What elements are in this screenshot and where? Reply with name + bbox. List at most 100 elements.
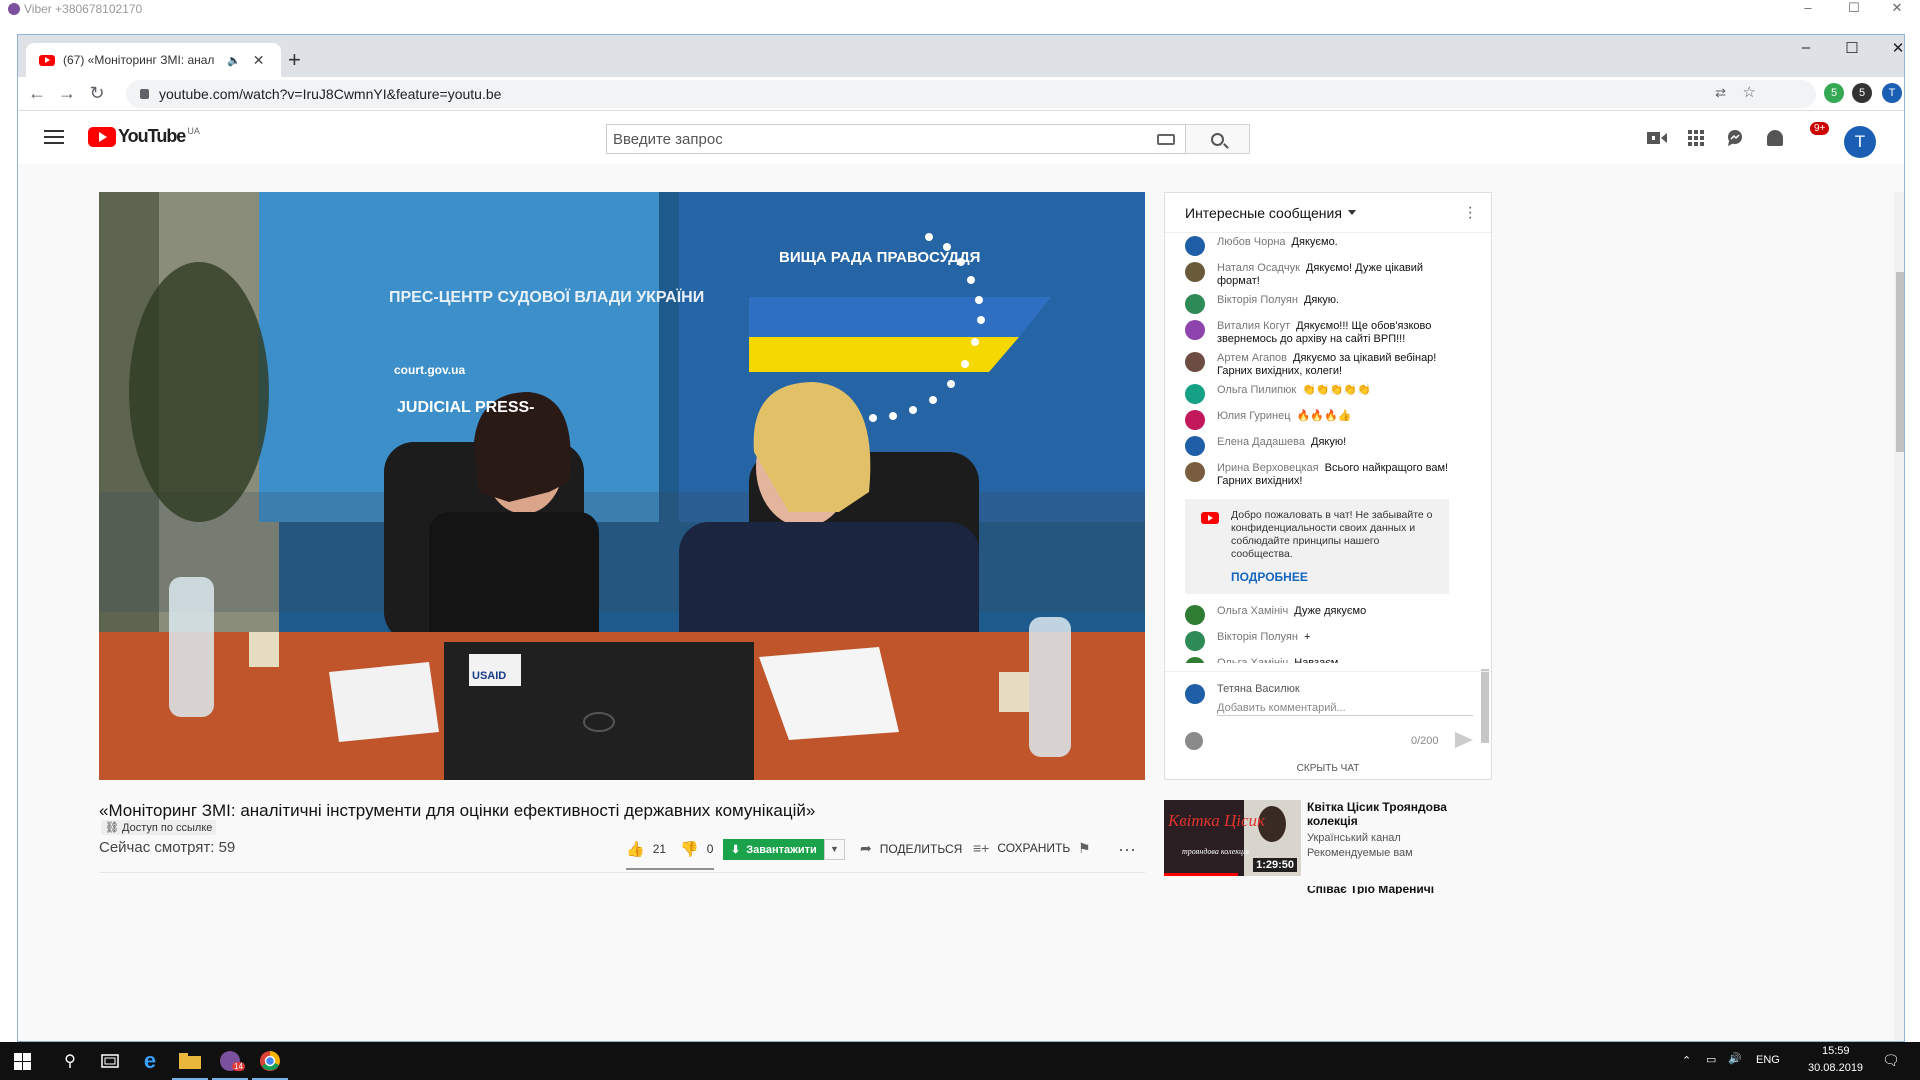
chat-comment-input[interactable] bbox=[1217, 700, 1473, 716]
youtube-logo[interactable]: YouTube UA bbox=[88, 126, 200, 147]
viber-maximize-button[interactable]: ☐ bbox=[1831, 0, 1877, 17]
search-input[interactable] bbox=[607, 130, 1157, 148]
chat-author: Наталя Осадчук bbox=[1217, 262, 1300, 274]
url-text[interactable]: youtube.com/watch?v=IruJ8CwmnYI&feature=… bbox=[159, 86, 501, 102]
chat-message-body: Ольга Хамініч Дуже дякуємо bbox=[1217, 605, 1457, 625]
next-recommendation-peek[interactable]: Співає Тріо Мареничі bbox=[1164, 886, 1504, 894]
maximize-button[interactable]: ☐ bbox=[1829, 39, 1875, 57]
file-explorer-icon[interactable] bbox=[172, 1048, 208, 1074]
download-dropdown-button[interactable]: ▼ bbox=[824, 839, 845, 860]
messages-icon[interactable] bbox=[1723, 126, 1747, 150]
scrollbar-thumb[interactable] bbox=[1896, 272, 1904, 452]
hide-chat-button[interactable]: СКРЫТЬ ЧАТ bbox=[1164, 756, 1492, 782]
chat-mode-selector[interactable]: Интересные сообщения bbox=[1185, 205, 1342, 221]
chat-message[interactable]: Артем Агапов Дякуємо за цікавий вебінар! … bbox=[1165, 349, 1481, 381]
avatar bbox=[1185, 462, 1205, 482]
omnibox[interactable]: youtube.com/watch?v=IruJ8CwmnYI&feature=… bbox=[126, 80, 1816, 108]
chat-message[interactable]: Елена Дадашева Дякую! bbox=[1165, 433, 1481, 459]
chat-message[interactable]: Любов Чорна Дякуємо. bbox=[1165, 233, 1481, 259]
apps-grid-icon[interactable] bbox=[1684, 126, 1708, 150]
extension-icon[interactable]: 5 bbox=[1824, 83, 1844, 103]
chat-message[interactable]: Наталя Осадчук Дякуємо! Дуже цікавий форм… bbox=[1165, 259, 1481, 291]
new-tab-button[interactable]: + bbox=[288, 47, 301, 73]
chat-message-body: Артем Агапов Дякуємо за цікавий вебінар! … bbox=[1217, 352, 1457, 378]
account-avatar[interactable]: T bbox=[1844, 126, 1876, 158]
chat-message[interactable]: Ольга Хамініч Дуже дякуємо bbox=[1165, 602, 1481, 628]
network-icon[interactable]: ▭ bbox=[1706, 1053, 1716, 1066]
start-button[interactable] bbox=[4, 1048, 40, 1074]
chat-message[interactable]: Ольга Пилипюк 👏👏👏👏👏 bbox=[1165, 381, 1481, 407]
chat-message-list[interactable]: Любов Чорна Дякуємо. Наталя Осадчук Дякуємо… bbox=[1165, 233, 1481, 663]
video-player[interactable]: USAID ПРЕС-ЦЕНТР СУДОВОЇ ВЛАДИ УКРАЇНИ c… bbox=[99, 192, 1145, 780]
clock-time[interactable]: 15:59 bbox=[1822, 1045, 1850, 1057]
chrome-icon[interactable] bbox=[252, 1048, 288, 1074]
chat-message[interactable]: Вікторія Полуян + bbox=[1165, 628, 1481, 654]
recommendation-item[interactable]: Квітка Цісик трояндова колекція 1:29:50 … bbox=[1164, 800, 1504, 890]
create-video-icon[interactable] bbox=[1645, 126, 1669, 150]
chat-message[interactable]: Ольга Хамініч Навзаєм bbox=[1165, 654, 1481, 663]
menu-icon[interactable] bbox=[44, 130, 64, 144]
avatar bbox=[1185, 657, 1205, 663]
more-vert-icon[interactable]: · · · bbox=[1468, 200, 1473, 226]
notifications-bell-icon[interactable] bbox=[1763, 126, 1787, 150]
learn-more-link[interactable]: ПОДРОБНЕЕ bbox=[1231, 571, 1439, 584]
dislike-button[interactable]: 👎 0 bbox=[680, 840, 713, 858]
volume-icon[interactable]: 🔊 bbox=[1728, 1052, 1742, 1065]
browser-tab[interactable]: (67) «Моніторинг ЗМІ: анал 🔈 ✕ bbox=[26, 43, 281, 77]
reload-button[interactable]: ↻ bbox=[82, 83, 112, 104]
chevron-down-icon[interactable] bbox=[1347, 210, 1356, 215]
viber-close-button[interactable]: ✕ bbox=[1874, 0, 1920, 17]
recommendation-title[interactable]: Квітка Цісик Трояндова колекція bbox=[1307, 800, 1497, 828]
share-button[interactable]: ➦ ПОДЕЛИТЬСЯ bbox=[860, 840, 962, 857]
more-actions-button[interactable]: ⋯ bbox=[1118, 840, 1136, 861]
task-view-icon[interactable] bbox=[92, 1048, 128, 1074]
like-button[interactable]: 👍 21 bbox=[626, 840, 666, 858]
search-box[interactable] bbox=[606, 124, 1186, 154]
recommendation-channel[interactable]: Український канал bbox=[1307, 832, 1401, 844]
emoji-icon[interactable] bbox=[1185, 732, 1203, 750]
video-thumbnail[interactable]: Квітка Цісик трояндова колекція 1:29:50 bbox=[1164, 800, 1301, 876]
bookmark-star-icon[interactable]: ☆ bbox=[1743, 83, 1756, 101]
chat-message[interactable]: Юлия Гуринец 🔥🔥🔥👍 bbox=[1165, 407, 1481, 433]
viewer-count: Сейчас смотрят: 59 bbox=[99, 839, 236, 856]
minimize-button[interactable]: – bbox=[1783, 39, 1829, 56]
back-button[interactable]: ← bbox=[22, 83, 52, 104]
report-flag-button[interactable]: ⚑ bbox=[1078, 840, 1091, 857]
viber-minimize-button[interactable]: – bbox=[1785, 0, 1831, 17]
action-center-icon[interactable]: 🗨 bbox=[1882, 1052, 1900, 1069]
chat-message-body: Виталия Когут Дякуємо!!! Ще обов'язково з… bbox=[1217, 320, 1457, 346]
chat-message[interactable]: Ирина Верховецкая Всього найкращого вам! … bbox=[1165, 459, 1481, 491]
clock-date[interactable]: 30.08.2019 bbox=[1808, 1062, 1863, 1074]
search-button[interactable] bbox=[1186, 124, 1250, 154]
translate-icon[interactable]: ⇄ bbox=[1715, 85, 1726, 101]
chat-message-body: Любов Чорна Дякуємо. bbox=[1217, 236, 1457, 256]
chat-message[interactable]: Виталия Когут Дякуємо!!! Ще обов'язково з… bbox=[1165, 317, 1481, 349]
chat-header: Интересные сообщения · · · bbox=[1165, 193, 1491, 233]
chat-message[interactable]: Вікторія Полуян Дякую. bbox=[1165, 291, 1481, 317]
chat-message-body: Ольга Хамініч Навзаєм bbox=[1217, 657, 1457, 663]
youtube-icon bbox=[1201, 512, 1219, 524]
tab-close-icon[interactable]: ✕ bbox=[253, 52, 265, 69]
laptop-sticker: USAID bbox=[472, 670, 506, 682]
send-icon[interactable] bbox=[1455, 732, 1473, 748]
tab-title: (67) «Моніторинг ЗМІ: анал bbox=[63, 53, 215, 67]
extension-icon[interactable]: 5 bbox=[1852, 83, 1872, 103]
tray-chevron-up-icon[interactable]: ⌃ bbox=[1682, 1054, 1691, 1067]
forward-button[interactable]: → bbox=[52, 83, 82, 104]
viber-taskbar-icon[interactable]: 14 bbox=[212, 1048, 248, 1074]
keyboard-icon[interactable] bbox=[1157, 133, 1175, 145]
profile-avatar[interactable]: T bbox=[1882, 83, 1902, 103]
language-indicator[interactable]: ENG bbox=[1756, 1054, 1780, 1066]
download-button[interactable]: ⬇ Завантажити bbox=[723, 839, 824, 860]
chat-text: 🔥🔥🔥👍 bbox=[1296, 410, 1352, 422]
save-button[interactable]: ≡+ СОХРАНИТЬ bbox=[973, 840, 1070, 856]
thumbs-up-icon: 👍 bbox=[626, 841, 645, 858]
edge-icon[interactable]: e bbox=[132, 1048, 168, 1074]
page-scrollbar[interactable] bbox=[1894, 192, 1904, 1041]
speaker-icon[interactable]: 🔈 bbox=[227, 54, 241, 67]
avatar bbox=[1185, 384, 1205, 404]
close-button[interactable]: ✕ bbox=[1875, 39, 1904, 57]
search-icon[interactable]: ⚲ bbox=[52, 1048, 88, 1074]
chat-author: Любов Чорна bbox=[1217, 236, 1286, 248]
avatar bbox=[1185, 436, 1205, 456]
